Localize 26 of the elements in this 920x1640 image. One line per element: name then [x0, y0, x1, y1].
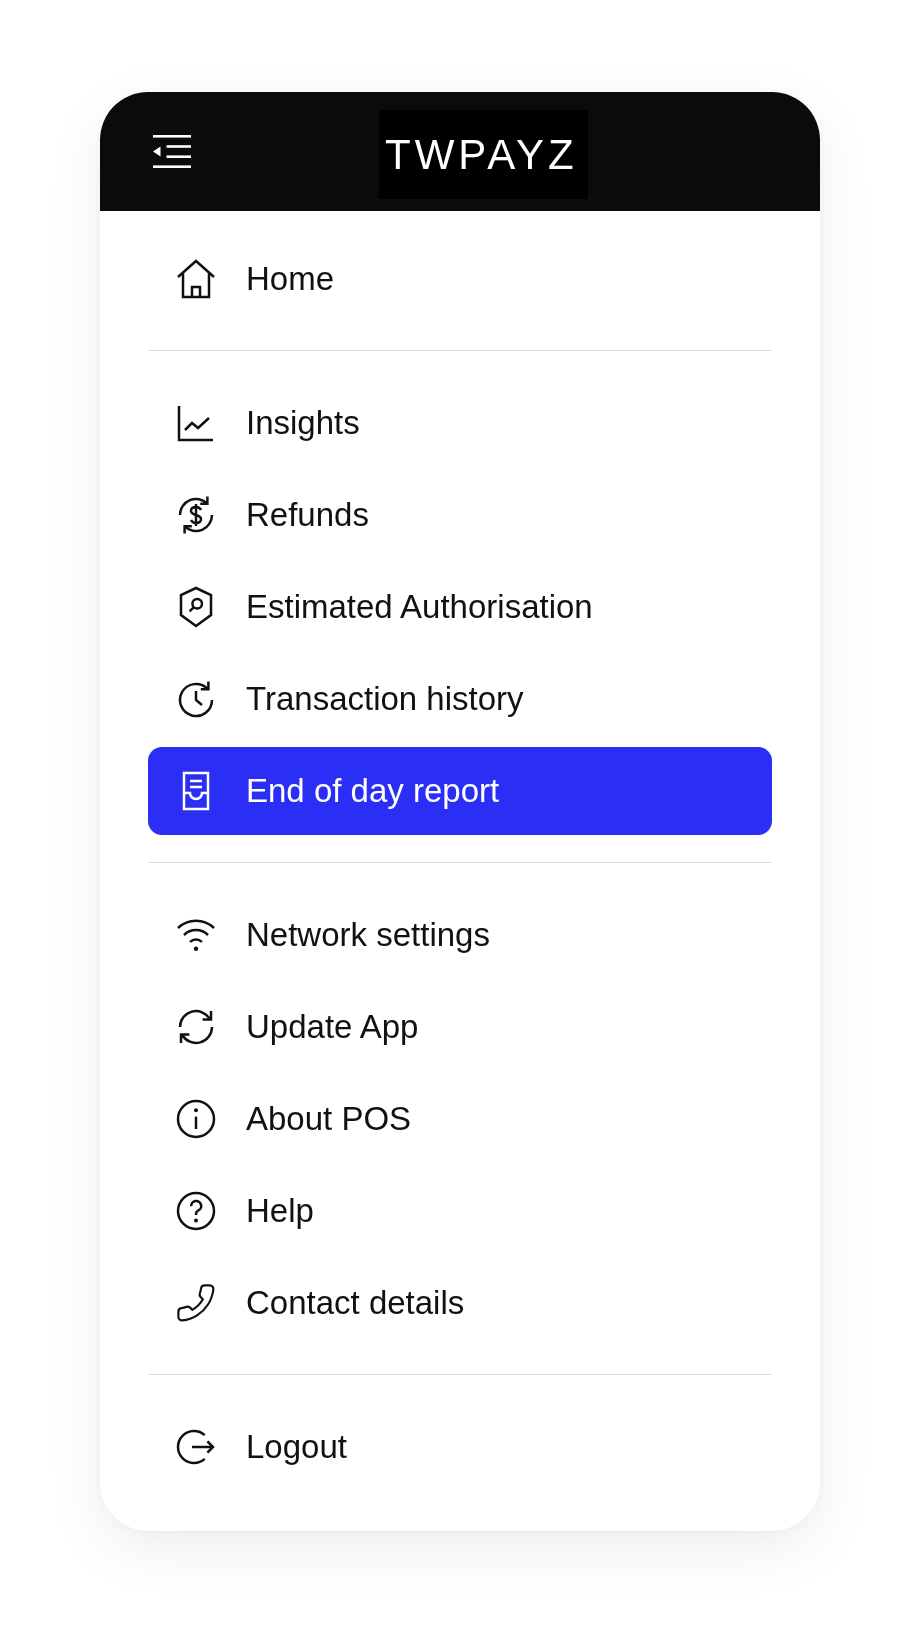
menu-item[interactable]: Insights — [148, 379, 772, 467]
menu-item[interactable]: Home — [148, 235, 772, 323]
menu-item[interactable]: Network settings — [148, 891, 772, 979]
house-icon — [176, 259, 216, 299]
menu-item[interactable]: About POS — [148, 1075, 772, 1163]
menu-item[interactable]: Estimated Authorisation — [148, 563, 772, 651]
menu-item[interactable]: Refunds — [148, 471, 772, 559]
menu-item[interactable]: Help — [148, 1167, 772, 1255]
shield-search-icon — [179, 586, 213, 628]
menu-item[interactable]: Logout — [148, 1403, 772, 1491]
menu-item[interactable]: Contact details — [148, 1259, 772, 1347]
refresh-icon — [178, 1009, 214, 1045]
dollar-refresh-icon — [177, 494, 215, 536]
clock-arrow-icon — [178, 680, 214, 718]
menu-item[interactable]: Update App — [148, 983, 772, 1071]
receipt-icon — [182, 771, 210, 811]
info-icon — [176, 1099, 216, 1139]
help-icon — [176, 1191, 216, 1231]
menu-item[interactable]: End of day report — [148, 747, 772, 835]
menu-icon[interactable] — [153, 135, 191, 168]
logo: TWPAYZ — [379, 110, 588, 199]
line-chart-icon — [177, 404, 215, 442]
menu-item[interactable]: Transaction history — [148, 655, 772, 743]
wifi-icon — [176, 918, 216, 952]
phone-icon — [177, 1284, 215, 1322]
logout-icon — [176, 1429, 216, 1465]
